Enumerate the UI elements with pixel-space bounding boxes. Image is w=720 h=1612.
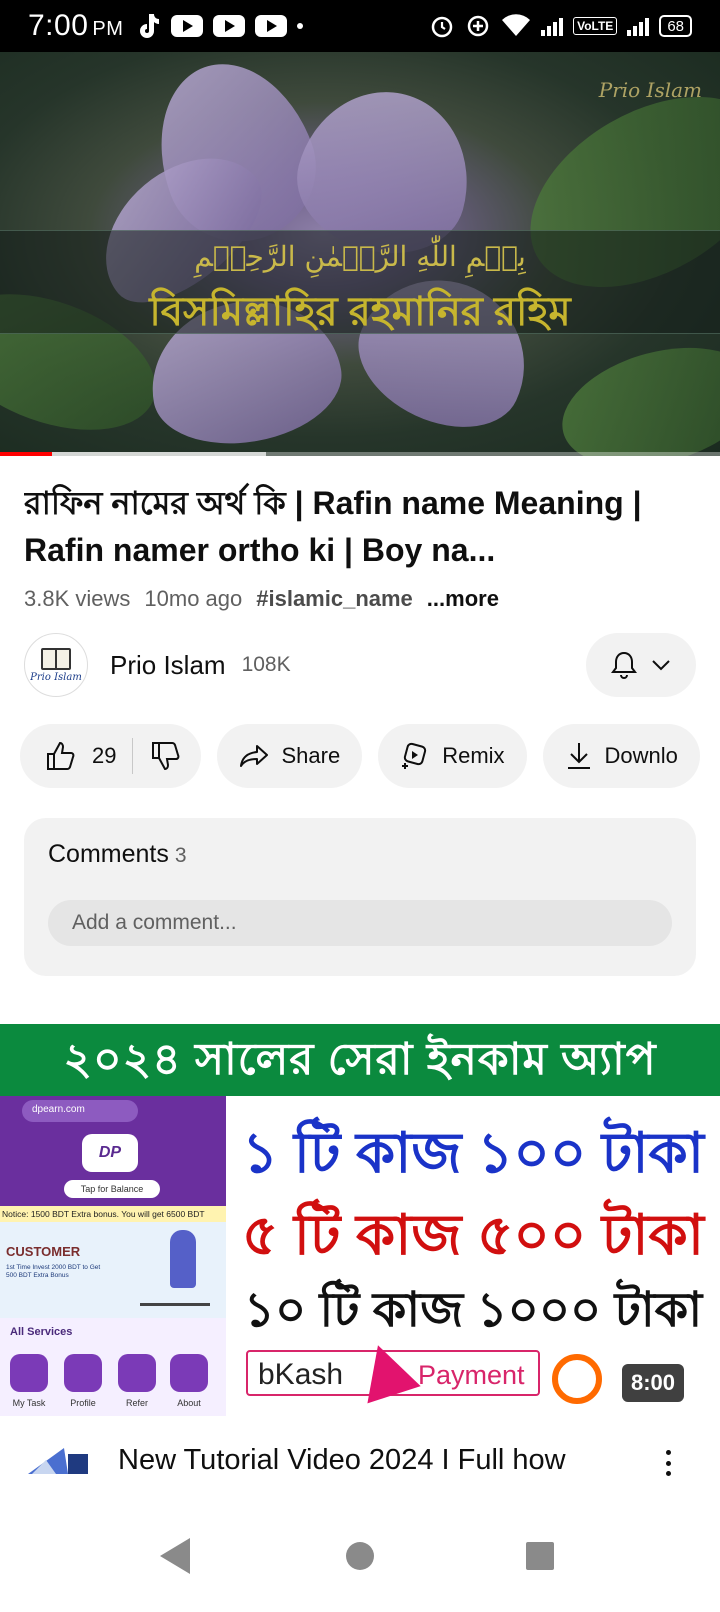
system-navigation-bar [0,1508,720,1612]
bell-icon [611,651,637,679]
more-options-icon[interactable] [656,1446,680,1480]
comments-title: Comments [48,840,169,868]
like-dislike-button[interactable]: 29 [20,724,202,788]
person-illustration [170,1230,196,1288]
wifi-icon [502,14,531,36]
status-bar: 7:00 PM VoLTE 68 [0,0,720,52]
payment-text: Payment [418,1360,525,1390]
like-count: 29 [92,743,117,768]
next-video-channel-avatar[interactable] [24,1444,90,1478]
battery-indicator: 68 [659,15,692,37]
thumbnail-app-logo: DP [82,1134,138,1172]
view-count: 3.8K views [24,586,131,611]
next-video-thumbnail[interactable]: ২০২৪ সালের সেরা ইনকাম অ্যাপ dpearn.com D… [0,1024,720,1416]
video-watermark: Prio Islam [598,78,702,102]
thumbnail-customer-sub: 1st Time Invest 2000 BDT to Get 500 BDT … [6,1264,101,1279]
share-icon [240,745,269,767]
next-video-title[interactable]: New Tutorial Video 2024 I Full how [118,1444,638,1477]
thumbnail-customer-title: CUSTOMER [6,1244,81,1259]
thumbnail-customer-area: CUSTOMER 1st Time Invest 2000 BDT to Get… [0,1222,226,1318]
status-time: 7:00 PM [28,9,124,42]
remix-label: Remix [442,743,505,768]
channel-name[interactable]: Prio Islam [110,650,226,681]
youtube-notification-icon [171,15,204,37]
share-button[interactable]: Share [217,724,363,788]
action-bar: 29 Share Remix Downlo [20,724,720,788]
data-saver-icon [467,15,489,37]
offer-line-3: ১০ টি কাজ ১০০০ টাকা [243,1284,703,1337]
tiktok-icon [140,14,160,38]
back-icon[interactable] [160,1538,190,1574]
service-label: About [177,1398,201,1408]
download-button[interactable]: Downlo [542,724,700,788]
progress-played [0,452,52,456]
thumbnail-app-screenshot: dpearn.com DP Tap for Balance Notice: 15… [0,1096,226,1416]
offer-line-2: ৫ টি কাজ ৫০০ টাকা [242,1203,704,1266]
video-progress-bar[interactable] [0,452,720,456]
youtube-notification-icon [255,15,288,37]
thumbs-down-icon[interactable] [149,740,181,772]
remix-icon [402,742,427,769]
nagad-logo-icon [552,1354,602,1404]
thumbnail-services: All Services My Task Profile Refer About [0,1318,226,1416]
video-frame-leaf [549,327,720,456]
thumbnail-notice: Notice: 1500 BDT Extra bonus. You will g… [0,1206,226,1222]
about-icon [170,1354,208,1392]
chevron-down-icon [652,660,670,671]
volte-badge: VoLTE [573,17,618,35]
download-label: Downlo [604,743,678,768]
home-icon[interactable] [346,1542,374,1570]
download-icon [567,743,590,769]
comments-heading: Comments 3 [48,840,187,869]
comments-count: 3 [174,844,187,867]
task-icon [10,1354,48,1392]
channel-row[interactable]: Prio Islam Prio Islam 108K [24,632,696,698]
signal-icon [541,16,564,36]
service-label: Profile [70,1398,96,1408]
video-title[interactable]: রাফিন নামের অর্থ কি | Rafin name Meaning… [24,480,696,576]
thumbnail-services-title: All Services [10,1326,73,1338]
thumbnail-url: dpearn.com [22,1100,138,1122]
thumbnail-tap-balance: Tap for Balance [64,1180,160,1198]
remix-button[interactable]: Remix [378,724,527,788]
notification-icons [135,12,304,40]
thumbs-up-icon[interactable] [44,740,76,772]
next-video-info-row[interactable]: New Tutorial Video 2024 I Full how [0,1428,720,1498]
thumbnail-banner: ২০২৪ সালের সেরা ইনকাম অ্যাপ [0,1024,720,1096]
alarm-icon [431,16,453,38]
system-icons: VoLTE 68 [429,13,692,39]
avatar-text: Prio Islam [30,671,82,683]
bkash-text: bKash [258,1358,344,1391]
share-label: Share [281,743,341,768]
comments-section[interactable]: Comments 3 Add a comment... [24,818,696,976]
bkash-payment-badge: bKash Payment [246,1336,540,1404]
youtube-notification-icon [213,15,246,37]
offer-line-1: ১ টি কাজ ১০০ টাকা [242,1121,704,1184]
channel-avatar[interactable]: Prio Islam [24,633,88,697]
more-notifications-dot [297,23,304,29]
upload-age: 10mo ago [144,586,243,611]
notification-bell-button[interactable] [586,633,696,697]
recents-icon[interactable] [526,1542,554,1570]
like-divider [132,738,134,774]
bangla-caption: বিসমিল্লাহির রহমানির রহিম [149,290,571,334]
subscriber-count: 108K [241,653,291,676]
more-link[interactable]: ...more [427,586,499,612]
book-icon [41,647,71,670]
service-label: Refer [125,1398,148,1408]
signal-icon [627,16,650,36]
video-player[interactable]: Prio Islam بِسۡمِ اللّٰهِ الرَّحۡمٰنِ ال… [0,52,720,456]
arabic-caption: بِسۡمِ اللّٰهِ الرَّحۡمٰنِ الرَّحِیۡمِ [194,240,526,273]
hashtag-link[interactable]: #islamic_name [256,586,413,612]
profile-icon [64,1354,102,1392]
video-meta[interactable]: 3.8K views 10mo ago #islamic_name ...mor… [24,586,499,612]
add-comment-input[interactable]: Add a comment... [48,900,672,946]
video-duration-badge: 8:00 [622,1364,684,1402]
service-label: My Task [12,1398,46,1408]
refer-icon [118,1354,156,1392]
